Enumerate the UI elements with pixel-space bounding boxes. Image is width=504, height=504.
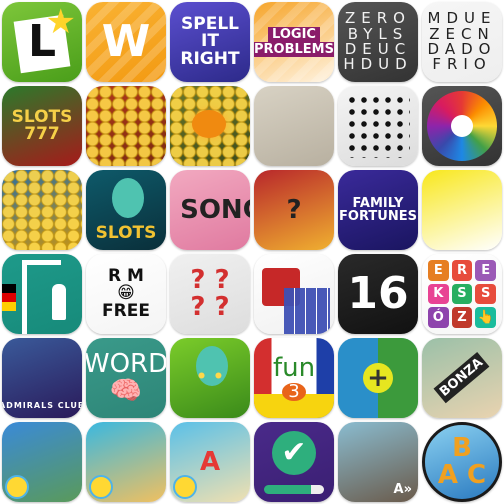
weather-plus-app-icon[interactable]: + [338,338,418,418]
wheel-graphic [427,91,497,161]
letter-tile: Ó [428,307,449,328]
dots-connect-app-icon[interactable] [338,86,418,166]
science-kid-app-icon[interactable] [2,422,82,502]
icon-text: A [199,446,221,477]
icon-text: fun [272,352,316,383]
app-icon-grid: ★ L W SPELL IT RIGHT LOGIC PROBLEMS ZERO BYLS DEUC… [0,0,504,504]
blocks-graphic [284,288,330,334]
beach-girl-app-icon[interactable] [86,422,166,502]
coin-pusher-halloween-app-icon[interactable] [170,86,250,166]
letter-tile: Z [451,307,473,328]
pics-quiz-app-icon[interactable]: ? ?? ? [170,254,250,334]
bar-graphic [264,485,324,494]
4-pics-app-icon[interactable]: ? [254,170,334,250]
letter-tile: K [428,283,449,305]
icon-text: FORTUNES [339,209,417,224]
admirals-club-app-icon[interactable]: ADMIRALS CLUB [2,338,82,418]
logic-problems-app-icon[interactable]: LOGIC PROBLEMS [254,2,334,82]
mystic-slots-app-icon[interactable]: SLOTS [86,170,166,250]
icon-text: ? SONG [170,194,250,225]
slots-777-app-icon[interactable]: SLOTS 777 [2,86,82,166]
gift-block-app-icon[interactable] [254,254,334,334]
icon-text: SLOTS [95,222,157,243]
spell-it-right-app-icon[interactable]: SPELL IT RIGHT [170,2,250,82]
coins-graphic [86,86,166,166]
abc-letters-app-icon[interactable]: BA C [422,422,502,502]
fun-3-app-icon[interactable]: fun 3 [254,338,334,418]
icon-text: 16 [347,267,409,319]
letters-graphic: E R E K S S Ó Z 👆 [428,260,496,328]
chick-graphic [173,475,197,499]
icon-text: ? ? [190,265,230,296]
icon-text: RIGHT [180,48,240,69]
letter-tile: S [451,283,473,305]
hangman-de-app-icon[interactable] [2,254,82,334]
learner-app-icon[interactable]: ★ L [2,2,82,82]
chick-graphic [5,475,29,499]
checklist-app-icon[interactable]: ✔ [254,422,334,502]
word-search-app-icon[interactable]: ZERO BYLS DEUC HDUD [338,2,418,82]
icon-text: FAMILY [352,195,404,211]
chick-graphic [89,475,113,499]
icon-text: ? ? [190,292,230,322]
icon-text: BONZA [433,352,491,404]
icon-text: PROBLEMS [254,42,334,58]
icon-quiz-app-icon[interactable] [422,170,502,250]
icon-text: • • [196,367,224,388]
icon-text: HDUD [343,55,413,74]
letter-tile: S [475,283,496,305]
letter-tile: R [451,260,473,281]
icon-text: LOGIC [268,26,320,42]
abc-kid-app-icon[interactable]: A [170,422,250,502]
letter-tile: 👆 [475,307,496,328]
check-graphic: ✔ [272,431,316,475]
wheel-of-fortune-app-icon[interactable] [422,86,502,166]
word-search-es-app-icon[interactable]: MDUE ZECN DADO FRIO [422,2,502,82]
letter-tile: E [475,260,496,281]
flag-graphic [2,284,16,311]
wordbrain-app-icon[interactable]: W [86,2,166,82]
guess-the-song-app-icon[interactable]: ? SONG [170,170,250,250]
icon-text: FREE [102,300,150,321]
icon-text: A» [393,481,412,497]
person-graphic [52,284,66,320]
icon-text: FRIO [432,55,492,74]
plus-graphic: + [363,363,393,393]
icon-text: ? [286,194,302,225]
letter-blocks-app-icon[interactable]: E R E K S S Ó Z 👆 [422,254,502,334]
word-brain-app-icon[interactable]: WORD 🧠 [86,338,166,418]
16-app-icon[interactable]: 16 [338,254,418,334]
rm-free-app-icon[interactable]: R M 😁 FREE [86,254,166,334]
icon-text: WORD [86,349,166,380]
letter-tile: E [428,260,449,281]
sketch-adventure-app-icon[interactable] [254,86,334,166]
pump-graphic [192,110,226,138]
dots-graphic [346,94,410,158]
coins-graphic [2,170,82,250]
hooded-hero-app-icon[interactable]: • • [170,338,250,418]
coin-dozer-app-icon[interactable] [86,86,166,166]
bonza-app-icon[interactable]: BONZA [422,338,502,418]
icon-text: 🧠 [109,376,143,406]
face-graphic [112,178,144,218]
family-fortunes-app-icon[interactable]: FAMILY FORTUNES [338,170,418,250]
icon-text: ADMIRALS CLUB [2,400,82,410]
icon-text: B [452,433,472,464]
space-dog-app-icon[interactable]: A» [338,422,418,502]
coin-carnival-app-icon[interactable] [2,170,82,250]
icon-text: 777 [24,124,60,144]
icon-text: A C [437,460,487,490]
icon-text: L [27,15,57,67]
icon-text: W [101,15,151,67]
